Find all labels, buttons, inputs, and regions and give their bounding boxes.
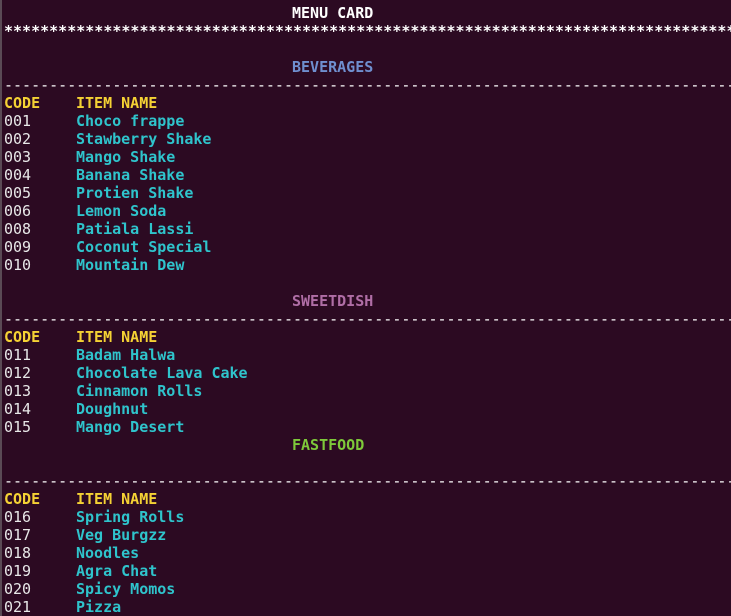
- item-name: Lemon Soda: [76, 202, 167, 220]
- menu-title: MENU CARD: [292, 4, 374, 22]
- item-code: 004: [4, 166, 32, 184]
- menu-item-row: 010 Mountain Dew: [4, 256, 731, 274]
- menu-item-row: 018 Noodles: [4, 544, 731, 562]
- item-name-header: ITEM NAME: [76, 328, 158, 346]
- menu-item-row: 009 Coconut Special: [4, 238, 731, 256]
- item-name: Mango Desert: [76, 418, 185, 436]
- item-code: 021: [4, 598, 32, 616]
- beverages-list: 001 Choco frappe 002 Stawberry Shake 003 Mang…: [4, 112, 731, 274]
- item-code: 016: [4, 508, 32, 526]
- terminal-output: MENU CARD ******************************…: [4, 4, 731, 616]
- item-code: 008: [4, 220, 32, 238]
- menu-item-row: 006 Lemon Soda: [4, 202, 731, 220]
- menu-item-row: 012 Chocolate Lava Cake: [4, 364, 731, 382]
- item-code: 009: [4, 238, 32, 256]
- column-header: CODE ITEM NAME: [4, 94, 731, 112]
- item-name: Mountain Dew: [76, 256, 185, 274]
- item-code: 012: [4, 364, 32, 382]
- item-code: 020: [4, 580, 32, 598]
- item-name: Chocolate Lava Cake: [76, 364, 248, 382]
- item-name: Protien Shake: [76, 184, 194, 202]
- fastfood-list: 016 Spring Rolls 017 Veg Burgzz 018 Noodles 01…: [4, 508, 731, 616]
- item-code: 002: [4, 130, 32, 148]
- item-name: Noodles: [76, 544, 140, 562]
- section-title-beverages: BEVERAGES: [292, 58, 374, 76]
- item-name: Doughnut: [76, 400, 149, 418]
- item-code: 010: [4, 256, 32, 274]
- item-name: Veg Burgzz: [76, 526, 167, 544]
- item-name-header: ITEM NAME: [76, 94, 158, 112]
- item-code: 014: [4, 400, 32, 418]
- item-name: Pizza: [76, 598, 122, 616]
- item-code: 013: [4, 382, 32, 400]
- code-header: CODE: [4, 328, 41, 346]
- item-code: 011: [4, 346, 32, 364]
- menu-item-row: 005 Protien Shake: [4, 184, 731, 202]
- dash-divider: ----------------------------------------…: [4, 76, 731, 94]
- item-name: Spicy Momos: [76, 580, 176, 598]
- item-name: Patiala Lassi: [76, 220, 194, 238]
- item-name: Mango Shake: [76, 148, 176, 166]
- menu-item-row: 013 Cinnamon Rolls: [4, 382, 731, 400]
- section-title-sweetdish: SWEETDISH: [292, 292, 374, 310]
- item-name: Choco frappe: [76, 112, 185, 130]
- item-code: 018: [4, 544, 32, 562]
- sweetdish-list: 011 Badam Halwa 012 Chocolate Lava Cake 013 C…: [4, 346, 731, 436]
- menu-item-row: 015 Mango Desert: [4, 418, 731, 436]
- item-code: 015: [4, 418, 32, 436]
- item-name: Banana Shake: [76, 166, 185, 184]
- column-header: CODE ITEM NAME: [4, 490, 731, 508]
- menu-item-row: 020 Spicy Momos: [4, 580, 731, 598]
- item-code: 019: [4, 562, 32, 580]
- code-header: CODE: [4, 94, 41, 112]
- menu-item-row: 017 Veg Burgzz: [4, 526, 731, 544]
- column-header: CODE ITEM NAME: [4, 328, 731, 346]
- item-name: Spring Rolls: [76, 508, 185, 526]
- menu-item-row: 002 Stawberry Shake: [4, 130, 731, 148]
- menu-item-row: 004 Banana Shake: [4, 166, 731, 184]
- menu-item-row: 021 Pizza: [4, 598, 731, 616]
- window-left-border: [0, 0, 2, 616]
- dash-divider: ----------------------------------------…: [4, 310, 731, 328]
- menu-item-row: 008 Patiala Lassi: [4, 220, 731, 238]
- item-name: Stawberry Shake: [76, 130, 212, 148]
- item-name: Agra Chat: [76, 562, 158, 580]
- code-header: CODE: [4, 490, 41, 508]
- dash-divider: ----------------------------------------…: [4, 472, 731, 490]
- item-code: 003: [4, 148, 32, 166]
- star-divider-top: ****************************************…: [4, 22, 731, 40]
- item-name: Coconut Special: [76, 238, 212, 256]
- item-name: Cinnamon Rolls: [76, 382, 203, 400]
- item-name-header: ITEM NAME: [76, 490, 158, 508]
- menu-item-row: 001 Choco frappe: [4, 112, 731, 130]
- menu-item-row: 011 Badam Halwa: [4, 346, 731, 364]
- item-code: 017: [4, 526, 32, 544]
- item-code: 006: [4, 202, 32, 220]
- item-code: 005: [4, 184, 32, 202]
- menu-item-row: 014 Doughnut: [4, 400, 731, 418]
- item-code: 001: [4, 112, 32, 130]
- menu-item-row: 019 Agra Chat: [4, 562, 731, 580]
- menu-item-row: 016 Spring Rolls: [4, 508, 731, 526]
- item-name: Badam Halwa: [76, 346, 176, 364]
- section-title-fastfood: FASTFOOD: [292, 436, 365, 454]
- menu-item-row: 003 Mango Shake: [4, 148, 731, 166]
